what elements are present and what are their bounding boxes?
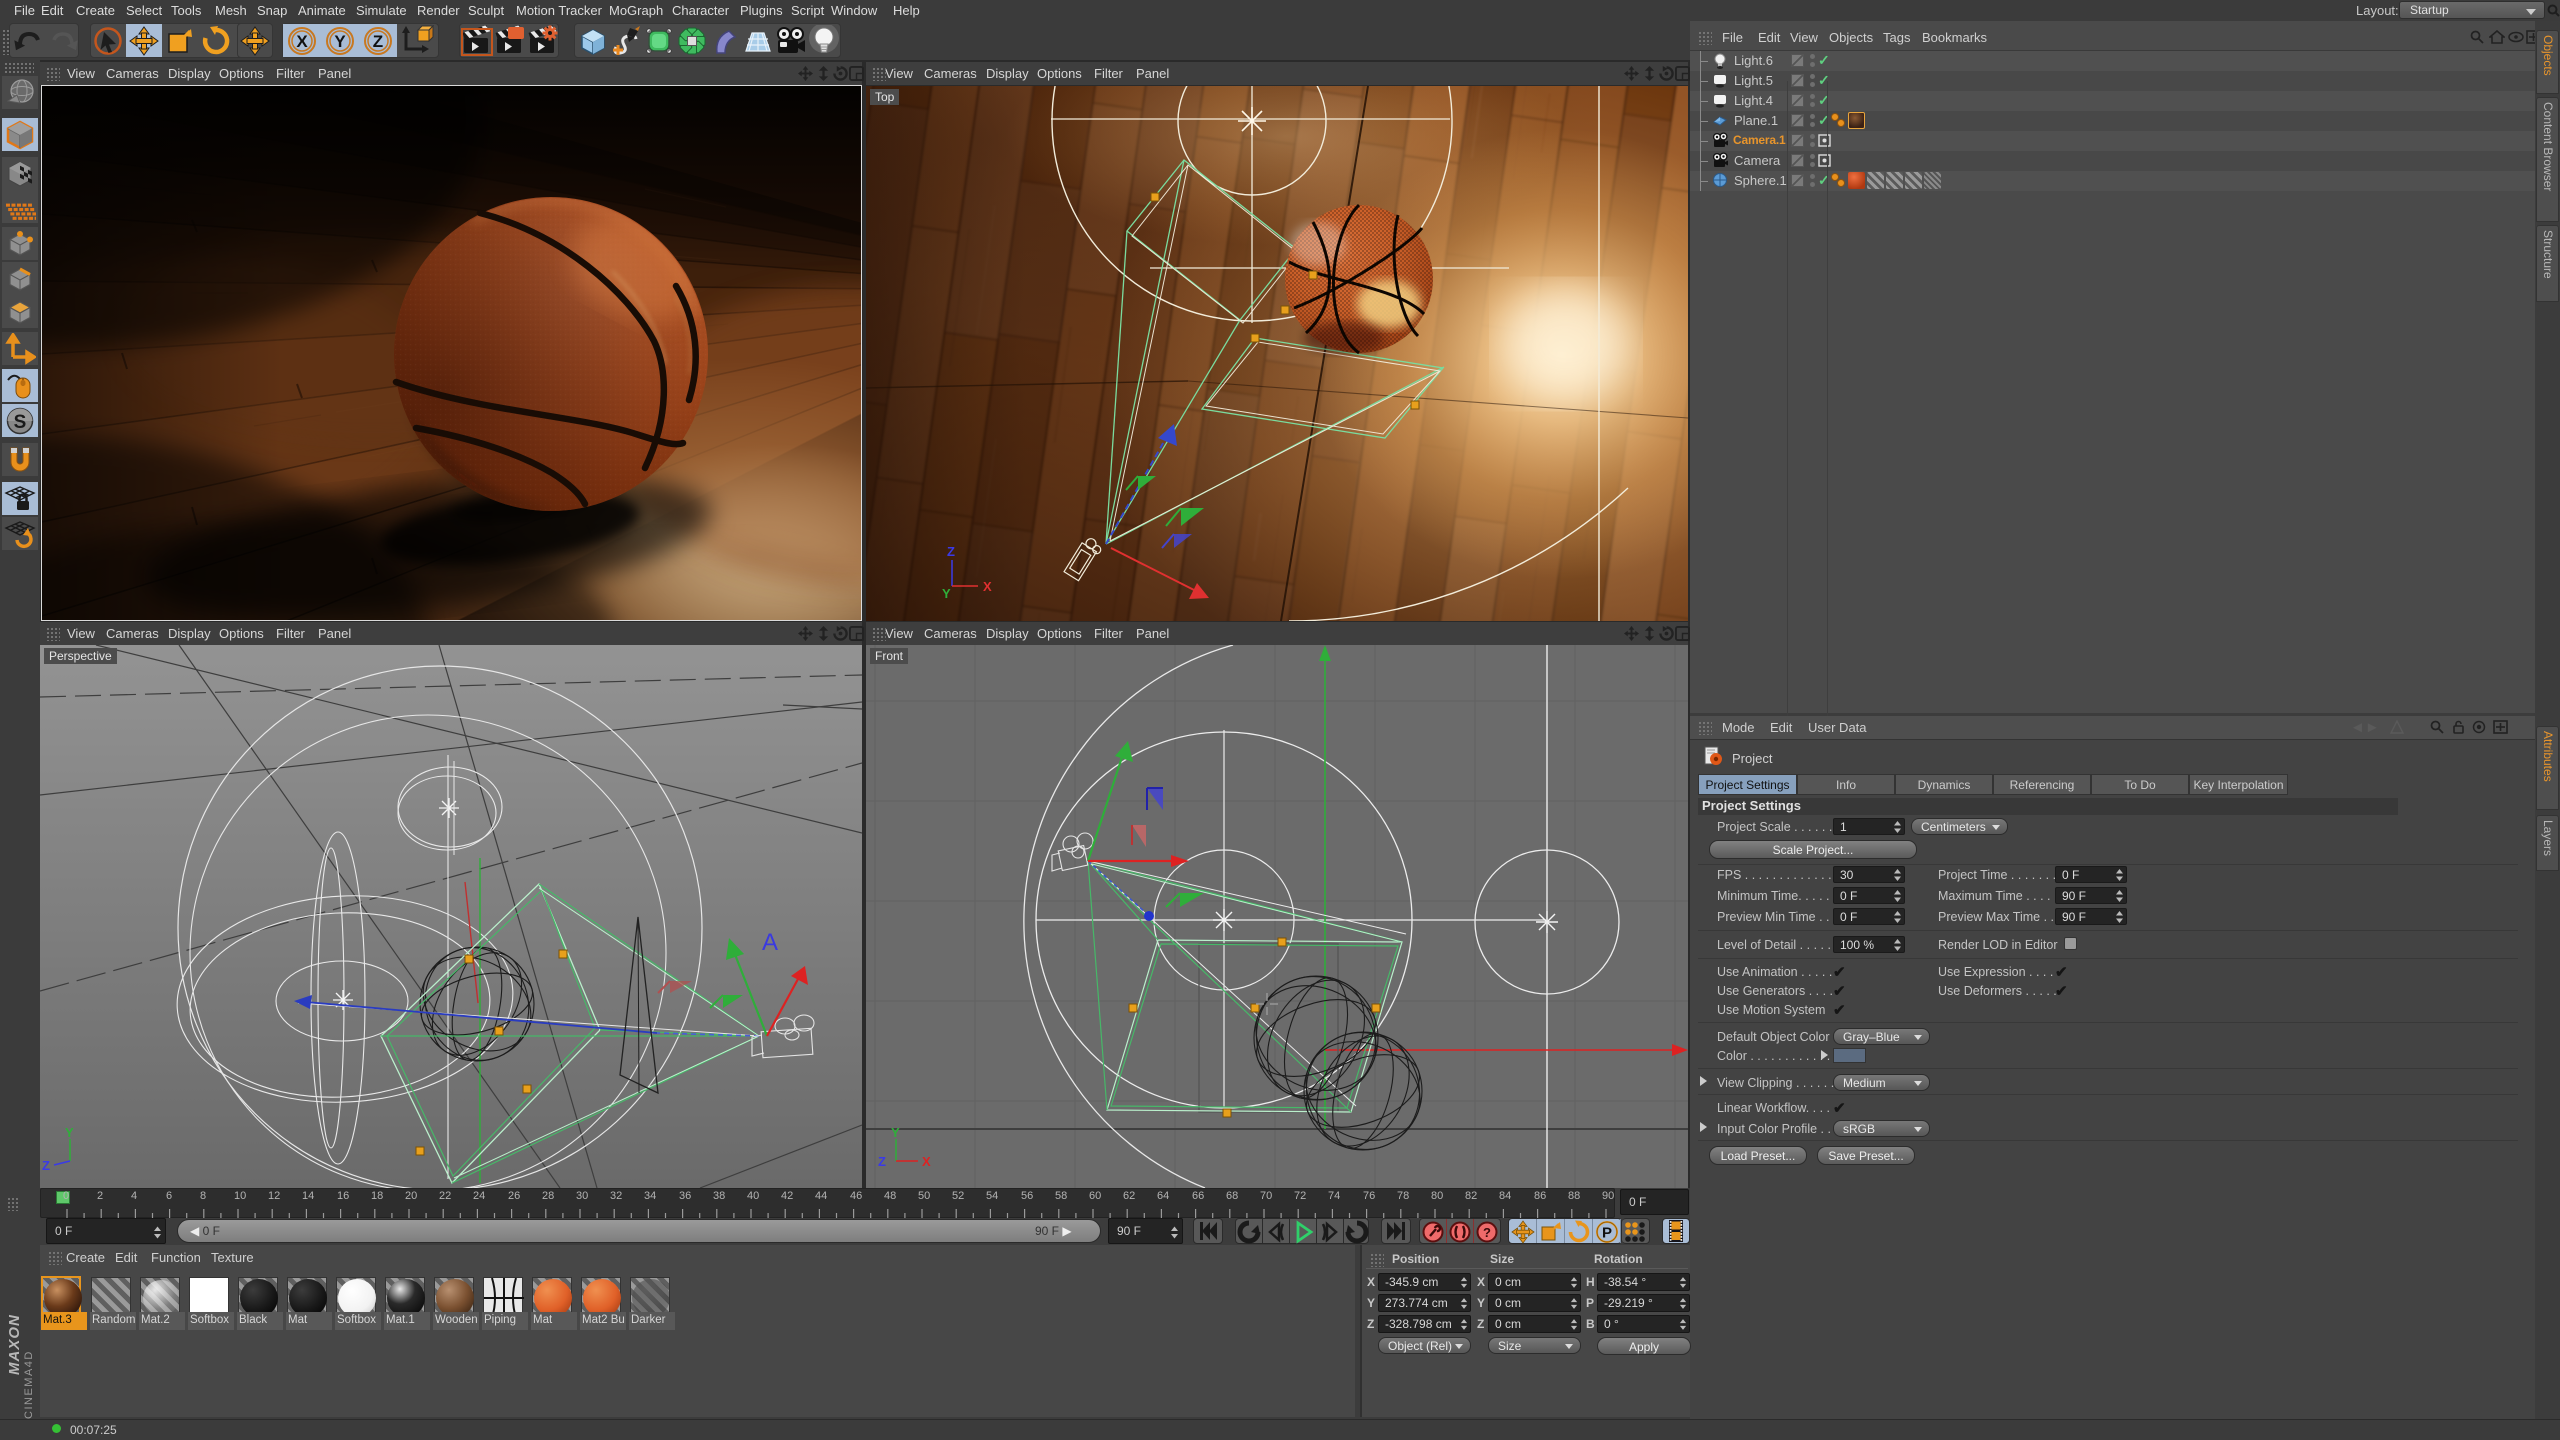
svg-text:Y: Y — [334, 32, 346, 51]
svg-text:Z: Z — [373, 32, 383, 51]
svg-text:Y: Y — [65, 1125, 74, 1140]
svg-text:X: X — [296, 32, 308, 51]
svg-text:S: S — [14, 412, 27, 433]
svg-text:Z: Z — [878, 1154, 886, 1169]
svg-text:Z: Z — [42, 1158, 50, 1173]
svg-text:Z: Z — [947, 544, 955, 559]
svg-text:?: ? — [1483, 1225, 1491, 1240]
svg-text:Y: Y — [942, 586, 951, 601]
svg-text:X: X — [922, 1154, 931, 1169]
svg-text:X: X — [983, 579, 992, 594]
svg-text:Y: Y — [891, 1125, 900, 1140]
svg-text:P: P — [1602, 1225, 1612, 1242]
svg-text:A: A — [762, 929, 778, 956]
